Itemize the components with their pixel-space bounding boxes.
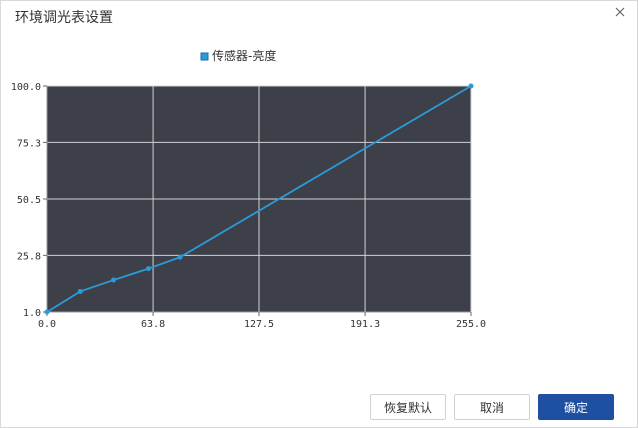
series-point xyxy=(77,288,83,294)
confirm-button[interactable]: 确定 xyxy=(538,394,614,420)
x-tick-label: 0.0 xyxy=(38,319,56,330)
y-tick-label: 1.0 xyxy=(23,308,41,319)
chart-legend: 传感器-亮度 xyxy=(200,48,276,63)
x-tick-label: 127.5 xyxy=(244,319,274,330)
x-tick-label: 63.8 xyxy=(141,319,165,330)
x-tick-label: 255.0 xyxy=(456,319,486,330)
chart: 传感器-亮度 1.0 25.8 50.5 75.3 100.0 0.0 63.8 127.5… xyxy=(11,48,486,330)
dialog-titlebar: 环境调光表设置 xyxy=(1,1,637,31)
dialog: 环境调光表设置 传感器-亮度 1.0 25.8 50.5 75.3 100.0 0.0 6… xyxy=(0,0,638,428)
series-point xyxy=(44,309,50,315)
close-icon[interactable] xyxy=(613,5,627,19)
x-tick-label: 191.3 xyxy=(350,319,380,330)
y-tick-label: 100.0 xyxy=(11,82,41,93)
series-point xyxy=(145,266,151,272)
series-point xyxy=(111,277,117,283)
y-tick-label: 50.5 xyxy=(17,195,41,206)
legend-marker xyxy=(200,52,209,61)
y-axis: 1.0 25.8 50.5 75.3 100.0 xyxy=(11,82,47,319)
x-axis: 0.0 63.8 127.5 191.3 255.0 xyxy=(38,312,486,330)
cancel-button[interactable]: 取消 xyxy=(454,394,530,420)
y-tick-label: 25.8 xyxy=(17,251,41,262)
series-point xyxy=(468,83,474,89)
y-tick-label: 75.3 xyxy=(17,138,41,149)
dialog-title: 环境调光表设置 xyxy=(15,10,113,26)
chart-area: 传感器-亮度 1.0 25.8 50.5 75.3 100.0 0.0 63.8 127.5… xyxy=(1,31,638,351)
series-point xyxy=(177,254,183,260)
legend-label: 传感器-亮度 xyxy=(212,48,276,63)
restore-default-button[interactable]: 恢复默认 xyxy=(370,394,446,420)
